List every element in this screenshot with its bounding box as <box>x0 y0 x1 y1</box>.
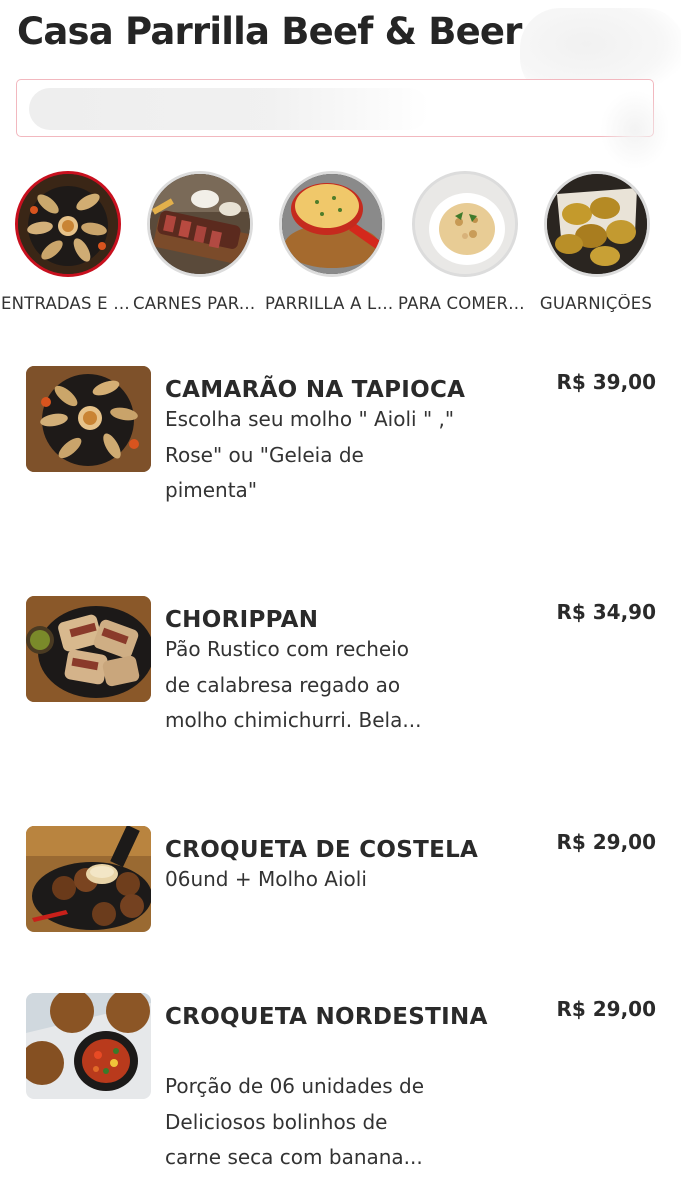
category-label: PARRILLA A LA CARTA <box>265 294 397 313</box>
item-price: R$ 29,00 <box>556 997 656 1021</box>
category-label: ENTRADAS E PETISCOS <box>1 294 133 313</box>
item-description-line: Rose" ou "Geleia de <box>165 442 364 467</box>
item-description: 06und + Molho Aioli <box>165 862 485 898</box>
skillet-photo-icon <box>279 171 385 277</box>
item-description-line: Escolha seu molho " Aioli " ," <box>165 407 455 431</box>
search-input[interactable] <box>35 90 415 126</box>
item-description: Pão Rustico com recheio de calabresa reg… <box>165 632 485 739</box>
croqueta-nordestina-photo-icon <box>26 993 151 1099</box>
item-description-line: pimenta" <box>165 478 258 502</box>
item-description-line: Porção de 06 unidades de <box>165 1074 425 1098</box>
page-title: Casa Parrilla Beef & Beer <box>17 10 522 53</box>
menu-item[interactable]: CROQUETA DE COSTELA 06und + Molho Aioli … <box>26 826 656 936</box>
menu-item[interactable]: CAMARÃO NA TAPIOCA Escolha seu molho " A… <box>26 366 656 526</box>
item-description-line: Pão Rustico com recheio <box>165 637 410 661</box>
item-description-line: carne seca com banana... <box>165 1145 423 1169</box>
category-carousel[interactable]: ENTRADAS E PETISCOS CARNES PARA COMPARTI… <box>0 170 681 320</box>
item-description-line: Deliciosos bolinhos de <box>165 1109 388 1134</box>
chorippan-photo-icon <box>26 596 151 702</box>
category-parrilla[interactable]: PARRILLA A LA CARTA <box>265 170 397 320</box>
item-description-line: 06und + Molho Aioli <box>165 867 367 891</box>
item-price: R$ 34,90 <box>556 600 656 624</box>
steak-photo-icon <box>147 171 253 277</box>
item-description: Porção de 06 unidades de Deliciosos boli… <box>165 1069 485 1176</box>
item-name: CROQUETA NORDESTINA <box>165 1004 488 1030</box>
search-field[interactable] <box>16 79 654 137</box>
fried-side-photo-icon <box>544 171 650 277</box>
item-description-line: de calabresa regado ao <box>165 672 401 697</box>
category-entradas[interactable]: ENTRADAS E PETISCOS <box>1 170 133 320</box>
menu-item[interactable]: CHORIPPAN Pão Rustico com recheio de cal… <box>26 596 656 756</box>
fried-shrimp-photo-icon <box>15 171 121 277</box>
category-label: PARA COMER SOZINHO <box>398 294 530 313</box>
camarao-photo-icon <box>26 366 151 472</box>
category-label: CARNES PARA COMPARTILHAR <box>133 294 265 313</box>
menu-item[interactable]: CROQUETA NORDESTINA Porção de 06 unidade… <box>26 993 656 1183</box>
category-carnes[interactable]: CARNES PARA COMPARTILHAR <box>133 170 265 320</box>
item-price: R$ 39,00 <box>556 370 656 394</box>
category-label: GUARNIÇÕES <box>539 294 653 313</box>
item-description: Escolha seu molho " Aioli " ," Rose" ou … <box>165 402 485 509</box>
risotto-photo-icon <box>412 171 518 277</box>
item-description-line: molho chimichurri. Bela... <box>165 708 422 732</box>
item-price: R$ 29,00 <box>556 830 656 854</box>
category-para-comer[interactable]: PARA COMER SOZINHO <box>398 170 530 320</box>
category-guarnicoes[interactable]: GUARNIÇÕES <box>530 170 662 320</box>
croqueta-costela-photo-icon <box>26 826 151 932</box>
